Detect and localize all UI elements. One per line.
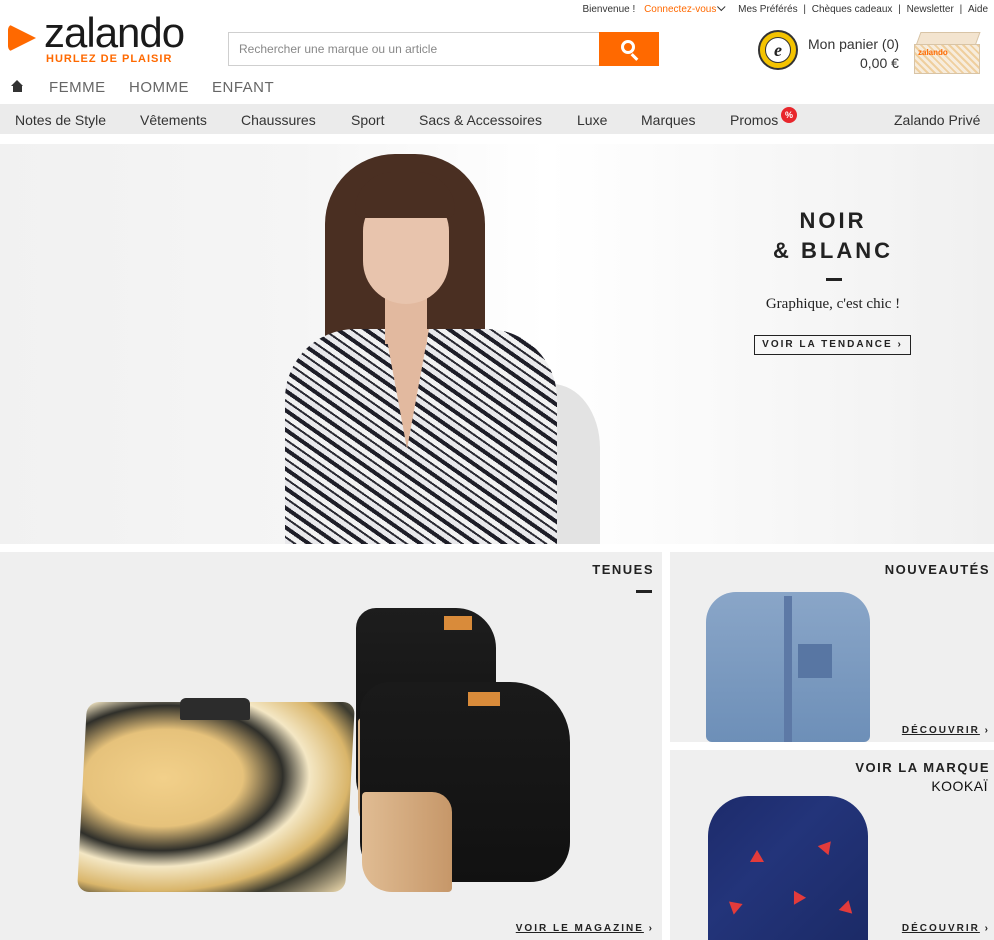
nouveautes-title: NOUVEAUTÉS bbox=[884, 562, 990, 577]
category-sacs-accessoires[interactable]: Sacs & Accessoires bbox=[419, 112, 542, 128]
category-promos[interactable]: Promos bbox=[730, 112, 778, 128]
newsletter-link[interactable]: Newsletter bbox=[907, 4, 954, 15]
category-marques[interactable]: Marques bbox=[641, 112, 695, 128]
model-neckline bbox=[385, 329, 429, 449]
category-sport[interactable]: Sport bbox=[351, 112, 384, 128]
search-icon-handle bbox=[630, 53, 639, 61]
nouveautes-discover-label: DÉCOUVRIR bbox=[901, 725, 980, 736]
logo-tagline: HURLEZ DE PLAISIR bbox=[46, 53, 173, 65]
separator: | bbox=[898, 4, 901, 15]
brand-name: KOOKAÏ bbox=[931, 778, 988, 794]
utility-bar: Bienvenue ! Connectez-vous Mes Préférés … bbox=[582, 2, 988, 15]
category-chaussures[interactable]: Chaussures bbox=[241, 112, 316, 128]
welcome-text: Bienvenue ! bbox=[582, 4, 636, 15]
home-icon[interactable] bbox=[11, 80, 24, 92]
cart-box-brand: zalando bbox=[918, 48, 948, 57]
tab-homme[interactable]: HOMME bbox=[129, 79, 189, 96]
boot-front-tab bbox=[468, 692, 500, 706]
hero-banner[interactable]: NOIR & BLANC Graphique, c'est chic ! VOI… bbox=[0, 144, 994, 544]
brand-panel-title: VOIR LA MARQUE bbox=[855, 760, 990, 775]
search-input[interactable] bbox=[229, 33, 599, 65]
hero-cta-button[interactable]: VOIR LA TENDANCE › bbox=[754, 335, 911, 355]
home-icon-base bbox=[13, 86, 22, 92]
hero-title-line2: & BLANC bbox=[773, 238, 893, 263]
tenues-title: TENUES bbox=[592, 562, 654, 577]
chevron-right-icon: › bbox=[648, 923, 654, 934]
magazine-link-label: VOIR LE MAGAZINE bbox=[515, 923, 644, 934]
brand-discover-label: DÉCOUVRIR bbox=[901, 923, 980, 934]
boot-back-tab bbox=[444, 616, 472, 630]
search-icon bbox=[621, 40, 635, 54]
promo-percent-badge: % bbox=[781, 107, 797, 123]
cart-label[interactable]: Mon panier (0) bbox=[808, 36, 899, 52]
hero-title-line1: NOIR bbox=[799, 208, 867, 233]
category-nav: Notes de Style Vêtements Chaussures Spor… bbox=[0, 104, 994, 134]
zalando-logo[interactable]: zalando HURLEZ DE PLAISIR bbox=[8, 9, 208, 70]
category-notes-de-style[interactable]: Notes de Style bbox=[15, 112, 106, 128]
chevron-down-icon[interactable] bbox=[717, 2, 726, 12]
category-vetements[interactable]: Vêtements bbox=[140, 112, 207, 128]
tab-femme[interactable]: FEMME bbox=[49, 79, 106, 96]
gift-cards-link[interactable]: Chèques cadeaux bbox=[812, 4, 893, 15]
hero-title: NOIR & BLANC bbox=[740, 206, 926, 266]
category-zalando-prive[interactable]: Zalando Privé bbox=[894, 112, 980, 128]
brand-discover-link[interactable]: DÉCOUVRIR › bbox=[902, 923, 990, 934]
cart-total: 0,00 € bbox=[860, 55, 899, 71]
favorites-link[interactable]: Mes Préférés bbox=[738, 4, 797, 15]
connect-link[interactable]: Connectez-vous bbox=[644, 4, 716, 15]
tenues-panel[interactable]: TENUES VOIR LE MAGAZINE › bbox=[0, 552, 662, 940]
chevron-right-icon: › bbox=[984, 725, 990, 736]
shirt-collar bbox=[180, 698, 250, 720]
trusted-shops-letter: e bbox=[765, 37, 791, 63]
nouveautes-panel[interactable]: NOUVEAUTÉS DÉCOUVRIR › bbox=[670, 552, 994, 742]
hero-model-image bbox=[285, 154, 565, 544]
shirt-placket bbox=[784, 596, 792, 742]
navy-print-shirt-image bbox=[708, 796, 868, 940]
logo-wordmark: zalando bbox=[44, 9, 185, 56]
tab-enfant[interactable]: ENFANT bbox=[212, 79, 274, 96]
print-triangle bbox=[750, 850, 764, 862]
boot-front-heel bbox=[362, 792, 452, 892]
printed-shirt-image bbox=[77, 702, 355, 892]
play-logo-icon bbox=[8, 24, 36, 52]
nouveautes-discover-link[interactable]: DÉCOUVRIR › bbox=[902, 725, 990, 736]
separator: | bbox=[959, 4, 963, 15]
brand-panel[interactable]: VOIR LA MARQUE KOOKAÏ DÉCOUVRIR › bbox=[670, 750, 994, 940]
separator: | bbox=[803, 4, 806, 15]
hero-divider bbox=[826, 278, 842, 281]
help-link[interactable]: Aide bbox=[968, 4, 988, 15]
search-button[interactable] bbox=[599, 32, 659, 66]
chevron-right-icon: › bbox=[984, 923, 990, 934]
trusted-shops-badge[interactable]: e bbox=[758, 30, 798, 70]
search-bar bbox=[228, 32, 659, 66]
shirt-pocket bbox=[798, 644, 832, 678]
tenues-divider bbox=[636, 590, 652, 593]
magazine-link[interactable]: VOIR LE MAGAZINE › bbox=[516, 923, 654, 934]
cart-box-icon[interactable]: zalando bbox=[912, 32, 984, 78]
hero-subtitle: Graphique, c'est chic ! bbox=[765, 296, 901, 312]
category-luxe[interactable]: Luxe bbox=[577, 112, 607, 128]
